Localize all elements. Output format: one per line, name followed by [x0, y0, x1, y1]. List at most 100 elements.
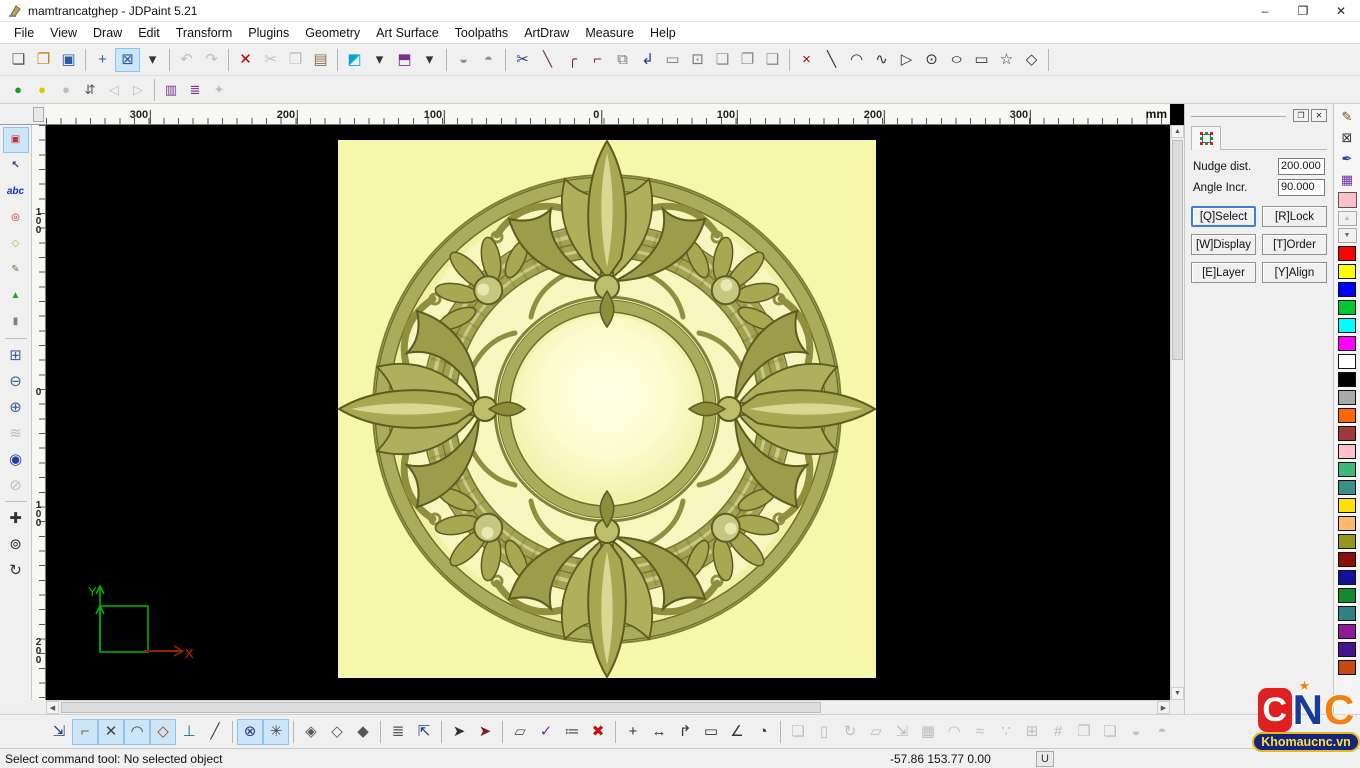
measure-point-button[interactable]: +: [620, 719, 646, 745]
scroll-left-button[interactable]: ◀: [46, 701, 59, 714]
drawing-canvas[interactable]: Y X: [46, 125, 1170, 700]
color-swatch[interactable]: [1338, 246, 1356, 261]
ring-tool[interactable]: ◎: [3, 205, 29, 231]
pick-add-button[interactable]: ➤: [446, 719, 472, 745]
color-swatch[interactable]: [1338, 426, 1356, 441]
color-swatch[interactable]: [1338, 480, 1356, 495]
next-view-button[interactable]: ▷: [126, 79, 150, 101]
skew-button[interactable]: ▱: [863, 719, 889, 745]
align-mode-button[interactable]: [Y]Align: [1262, 262, 1327, 283]
measure-distance-button[interactable]: ↔: [646, 719, 672, 745]
copy-transform-button[interactable]: ❏: [785, 719, 811, 745]
drill-tool[interactable]: ▮: [3, 309, 29, 335]
workplane-zx-button[interactable]: ◆: [350, 719, 376, 745]
palette-scroll-up[interactable]: ▲: [1338, 211, 1357, 226]
menu-transform[interactable]: Transform: [168, 24, 241, 42]
open-button[interactable]: ❐: [31, 48, 56, 72]
redraw-button[interactable]: ↻: [3, 557, 29, 583]
art-dome-b-button[interactable]: ◓: [476, 48, 501, 72]
color-swatch[interactable]: [1338, 660, 1356, 675]
art-dome-a-button[interactable]: ◒: [451, 48, 476, 72]
color-swatch[interactable]: [1338, 444, 1356, 459]
pick-remove-button[interactable]: ➤: [472, 719, 498, 745]
fit-window-button[interactable]: ≋: [3, 420, 29, 446]
field-input[interactable]: 90.000: [1278, 179, 1325, 196]
prev-view-button[interactable]: ◁: [102, 79, 126, 101]
snap-corner-toggle[interactable]: ⌐: [72, 719, 98, 745]
align-grid-button[interactable]: #: [1045, 719, 1071, 745]
pen-style-button[interactable]: ✎: [1336, 106, 1358, 127]
tab-selection[interactable]: [1191, 126, 1221, 150]
color-swatch[interactable]: [1338, 300, 1356, 315]
measure-angle-button[interactable]: ∠: [724, 719, 750, 745]
save-button[interactable]: ▣: [56, 48, 81, 72]
rotate-button[interactable]: ↻: [837, 719, 863, 745]
center-frame-button[interactable]: ⊞: [1019, 719, 1045, 745]
menu-art-surface[interactable]: Art Surface: [368, 24, 447, 42]
menu-draw[interactable]: Draw: [85, 24, 130, 42]
select-rect-tool[interactable]: ⊠: [115, 48, 140, 72]
workplane-yz-button[interactable]: ◇: [324, 719, 350, 745]
path-transform-button[interactable]: ∵: [993, 719, 1019, 745]
snap-foot-toggle[interactable]: ⊥: [176, 719, 202, 745]
dome-u-tool-button[interactable]: ◓: [1149, 719, 1175, 745]
zoom-in-button[interactable]: ⊕: [3, 394, 29, 420]
workplane-xy-button[interactable]: ◈: [298, 719, 324, 745]
menu-plugins[interactable]: Plugins: [240, 24, 297, 42]
display-mode-button[interactable]: [W]Display: [1191, 234, 1256, 255]
mirror-button[interactable]: ▯: [811, 719, 837, 745]
panel-close-button[interactable]: ✕: [1311, 109, 1327, 122]
measure-radius-button[interactable]: ◔: [750, 719, 776, 745]
arc-tool[interactable]: ◠: [844, 48, 869, 72]
menu-geometry[interactable]: Geometry: [297, 24, 368, 42]
copy-object-tool[interactable]: ❏: [710, 48, 735, 72]
polyline-tool[interactable]: ▷: [894, 48, 919, 72]
lock-mode-button[interactable]: [R]Lock: [1262, 206, 1327, 227]
show-selected-button[interactable]: ●: [30, 79, 54, 101]
snap-quadrant-toggle[interactable]: ◇: [150, 719, 176, 745]
color-swatch[interactable]: [1338, 516, 1356, 531]
color-swatch[interactable]: [1338, 606, 1356, 621]
layer-manager-button[interactable]: ≣: [183, 79, 207, 101]
view-3d-dropdown[interactable]: ▾: [417, 48, 442, 72]
extend-tool[interactable]: ↲: [635, 48, 660, 72]
view-eye-button[interactable]: ◉: [3, 446, 29, 472]
scale-button[interactable]: ⇲: [889, 719, 915, 745]
stack-order-button[interactable]: ≣: [385, 719, 411, 745]
snap-grid-toggle[interactable]: ⊗: [237, 719, 263, 745]
no-fill-button[interactable]: ⊠: [1336, 127, 1358, 148]
highlight-pick-button[interactable]: ●: [54, 79, 78, 101]
menu-file[interactable]: File: [6, 24, 42, 42]
scroll-right-button[interactable]: ▶: [1157, 701, 1170, 714]
redo-button[interactable]: ↷: [199, 48, 224, 72]
fillet-tool[interactable]: ╭: [560, 48, 585, 72]
trim-curve-tool[interactable]: ╲: [535, 48, 560, 72]
copy-move-tool[interactable]: ❐: [735, 48, 760, 72]
zoom-previous-button[interactable]: ⊘: [3, 472, 29, 498]
snap-intersect-toggle[interactable]: ✕: [98, 719, 124, 745]
delete-button[interactable]: ✕: [233, 48, 258, 72]
select-tool-dropdown[interactable]: ▾: [140, 48, 165, 72]
color-swatch[interactable]: [1338, 534, 1356, 549]
menu-toolpaths[interactable]: Toolpaths: [447, 24, 517, 42]
delete-selected-button[interactable]: ✖: [585, 719, 611, 745]
fit-arc-button[interactable]: ◠: [941, 719, 967, 745]
rectangle-tool[interactable]: ▭: [969, 48, 994, 72]
point-tool[interactable]: ×: [794, 48, 819, 72]
lamp-button[interactable]: ✦: [207, 79, 231, 101]
crosshair-tool[interactable]: +: [90, 48, 115, 72]
color-swatch[interactable]: [1338, 282, 1356, 297]
snap-arc-toggle[interactable]: ◠: [124, 719, 150, 745]
show-all-button[interactable]: ●: [6, 79, 30, 101]
field-input[interactable]: 200.000: [1278, 158, 1325, 175]
snap-node-toggle[interactable]: ✳: [263, 719, 289, 745]
snap-end-toggle[interactable]: ⇲: [46, 719, 72, 745]
offset-rect-tool[interactable]: ⧉: [610, 48, 635, 72]
select-mode-button[interactable]: [Q]Select: [1191, 206, 1256, 227]
circle-tool[interactable]: ⊙: [919, 48, 944, 72]
polygon-tool[interactable]: ◇: [1019, 48, 1044, 72]
snap-tangent-toggle[interactable]: ╱: [202, 719, 228, 745]
swap-visibility-button[interactable]: ⇵: [78, 79, 102, 101]
select-tool[interactable]: ▣: [3, 127, 29, 153]
new-button[interactable]: ❏: [6, 48, 31, 72]
